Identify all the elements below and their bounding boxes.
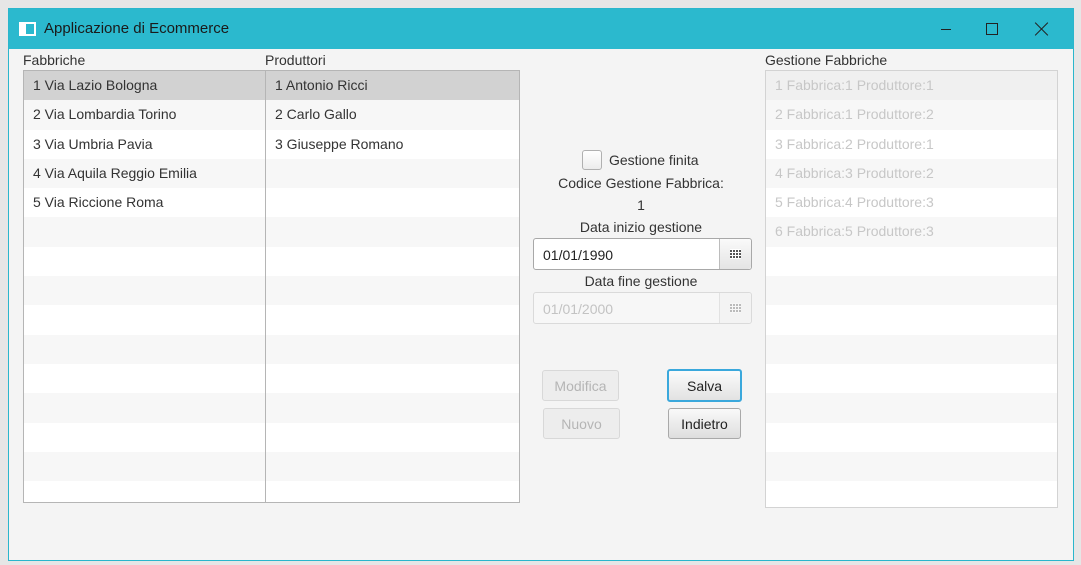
gestione-empty-row bbox=[766, 305, 1057, 335]
data-inizio-picker[interactable]: 01/01/1990 bbox=[533, 238, 752, 270]
produttori-list[interactable]: 1 Antonio Ricci 2 Carlo Gallo 3 Giuseppe R… bbox=[265, 70, 520, 503]
close-icon bbox=[1035, 22, 1049, 36]
fabbrica-empty-row bbox=[24, 363, 265, 394]
gestione-list-item[interactable]: 5 Fabbrica:4 Produttore:3 bbox=[766, 188, 1057, 218]
produttore-list-item[interactable]: 3 Giuseppe Romano bbox=[266, 129, 519, 159]
gestione-list-item[interactable]: 4 Fabbrica:3 Produttore:2 bbox=[766, 158, 1057, 189]
fabbrica-empty-row bbox=[24, 217, 265, 247]
gestione-empty-row bbox=[766, 363, 1057, 394]
fabbrica-empty-row bbox=[24, 451, 265, 482]
produttore-list-item[interactable]: 2 Carlo Gallo bbox=[266, 100, 519, 130]
modifica-button[interactable]: Modifica bbox=[542, 370, 619, 401]
indietro-button[interactable]: Indietro bbox=[668, 408, 741, 439]
gestione-list-item[interactable]: 3 Fabbrica:2 Produttore:1 bbox=[766, 129, 1057, 159]
produttore-empty-row bbox=[266, 305, 519, 335]
gestione-list-item[interactable]: 2 Fabbrica:1 Produttore:2 bbox=[766, 100, 1057, 130]
produttore-empty-row bbox=[266, 188, 519, 218]
data-inizio-calendar-button[interactable] bbox=[719, 239, 751, 269]
minimize-icon bbox=[941, 28, 951, 30]
codice-value: 1 bbox=[637, 197, 645, 213]
produttori-label: Produttori bbox=[265, 52, 326, 68]
produttore-empty-row bbox=[266, 481, 519, 502]
gestione-empty-row bbox=[766, 481, 1057, 507]
produttore-empty-row bbox=[266, 363, 519, 394]
gestione-finita-label: Gestione finita bbox=[609, 152, 699, 168]
fabbrica-empty-row bbox=[24, 422, 265, 452]
produttore-empty-row bbox=[266, 276, 519, 306]
title-bar[interactable]: Applicazione di Ecommerce bbox=[9, 9, 1073, 49]
data-fine-value[interactable]: 01/01/2000 bbox=[543, 301, 613, 317]
gestione-empty-row bbox=[766, 334, 1057, 364]
fabbrica-list-item[interactable]: 5 Via Riccione Roma bbox=[24, 188, 265, 218]
gestione-empty-row bbox=[766, 422, 1057, 452]
gestione-empty-row bbox=[766, 246, 1057, 277]
window-title: Applicazione di Ecommerce bbox=[44, 20, 230, 37]
fabbriche-list[interactable]: 1 Via Lazio Bologna 2 Via Lombardia Torin… bbox=[23, 70, 266, 503]
minimize-button[interactable] bbox=[923, 9, 969, 49]
produttore-empty-row bbox=[266, 217, 519, 247]
data-fine-picker[interactable]: 01/01/2000 bbox=[533, 292, 752, 324]
nuovo-button[interactable]: Nuovo bbox=[543, 408, 620, 439]
gestione-empty-row bbox=[766, 451, 1057, 482]
gestione-list-item[interactable]: 1 Fabbrica:1 Produttore:1 bbox=[766, 71, 1057, 101]
produttore-empty-row bbox=[266, 334, 519, 364]
fabbrica-empty-row bbox=[24, 305, 265, 335]
fabbrica-empty-row bbox=[24, 276, 265, 306]
fabbrica-empty-row bbox=[24, 334, 265, 364]
maximize-icon bbox=[986, 23, 998, 35]
data-fine-calendar-button[interactable] bbox=[719, 293, 751, 323]
gestione-finita-checkbox[interactable] bbox=[582, 150, 602, 170]
data-fine-label: Data fine gestione bbox=[584, 273, 698, 289]
fabbrica-empty-row bbox=[24, 246, 265, 277]
produttore-empty-row bbox=[266, 451, 519, 482]
data-inizio-label: Data inizio gestione bbox=[579, 219, 703, 235]
data-inizio-value[interactable]: 01/01/1990 bbox=[543, 247, 613, 263]
fabbrica-list-item[interactable]: 3 Via Umbria Pavia bbox=[24, 129, 265, 159]
maximize-button[interactable] bbox=[969, 9, 1015, 49]
salva-button[interactable]: Salva bbox=[667, 369, 742, 402]
produttore-list-item[interactable]: 1 Antonio Ricci bbox=[266, 71, 519, 101]
fabbrica-empty-row bbox=[24, 393, 265, 423]
produttore-empty-row bbox=[266, 393, 519, 423]
gestione-label: Gestione Fabbriche bbox=[765, 52, 888, 68]
close-button[interactable] bbox=[1019, 9, 1065, 49]
fabbrica-list-item[interactable]: 2 Via Lombardia Torino bbox=[24, 100, 265, 130]
fabbrica-list-item[interactable]: 4 Via Aquila Reggio Emilia bbox=[24, 158, 265, 189]
gestione-list[interactable]: 1 Fabbrica:1 Produttore:1 2 Fabbrica:1 Pr… bbox=[765, 70, 1058, 508]
calendar-icon bbox=[730, 249, 741, 259]
produttore-empty-row bbox=[266, 158, 519, 189]
gestione-list-item[interactable]: 6 Fabbrica:5 Produttore:3 bbox=[766, 217, 1057, 247]
fabbrica-list-item[interactable]: 1 Via Lazio Bologna bbox=[24, 71, 265, 101]
fabbrica-empty-row bbox=[24, 481, 265, 502]
calendar-icon bbox=[730, 303, 741, 313]
produttore-empty-row bbox=[266, 246, 519, 277]
window-icon bbox=[19, 22, 36, 36]
gestione-empty-row bbox=[766, 393, 1057, 423]
app-window: Applicazione di Ecommerce Fabbriche 1 Vi… bbox=[8, 8, 1074, 561]
produttore-empty-row bbox=[266, 422, 519, 452]
gestione-empty-row bbox=[766, 276, 1057, 306]
fabbriche-label: Fabbriche bbox=[23, 52, 86, 68]
codice-label: Codice Gestione Fabbrica: bbox=[558, 175, 724, 191]
